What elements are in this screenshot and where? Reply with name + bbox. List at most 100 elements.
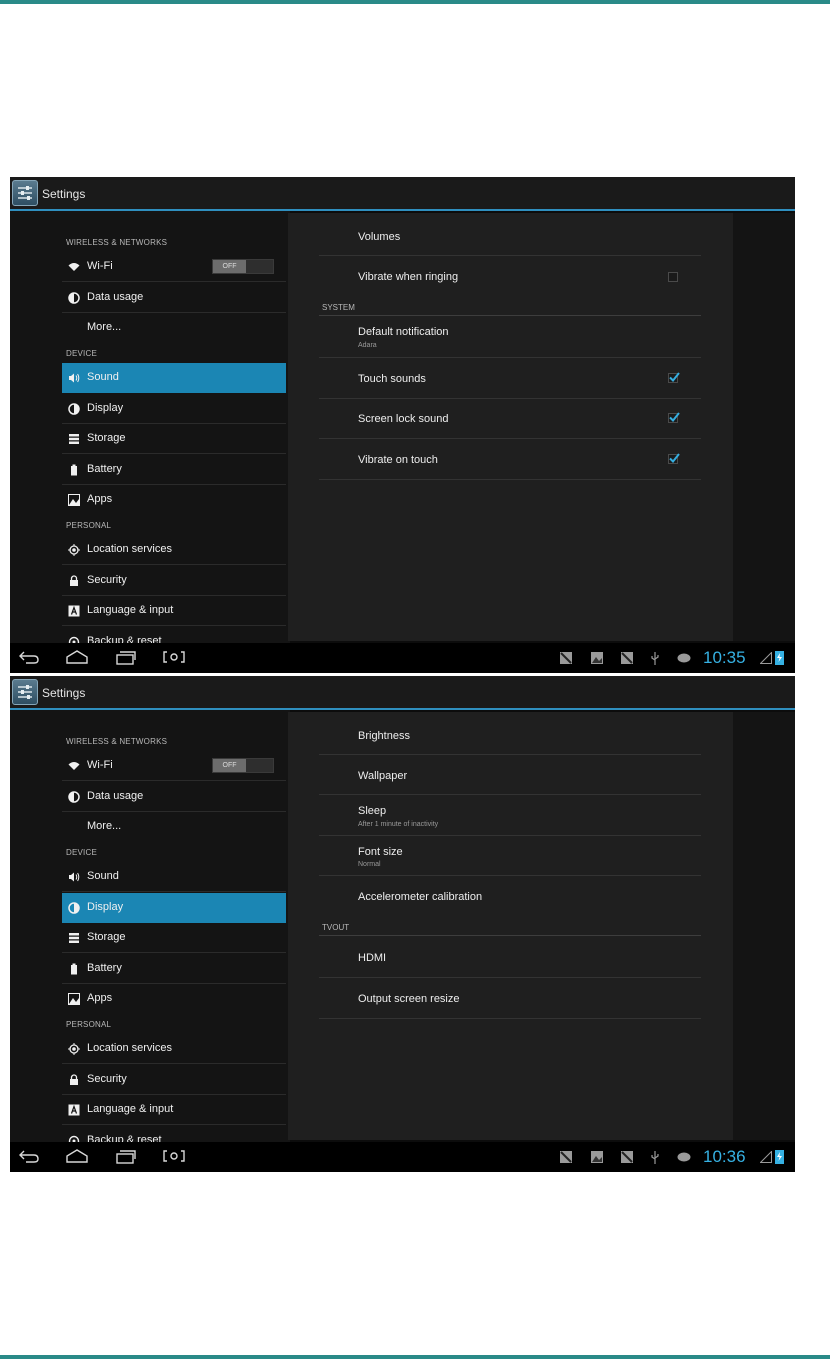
screenshot-icon[interactable] xyxy=(162,1148,186,1164)
row-title: Touch sounds xyxy=(358,373,426,385)
signal-icon xyxy=(760,652,772,664)
recent-apps-icon[interactable] xyxy=(115,1148,137,1164)
menu-item-wifi[interactable]: Wi-Fi OFF xyxy=(62,751,286,781)
usb-icon[interactable] xyxy=(650,1151,660,1164)
menu-item-data-usage[interactable]: Data usage xyxy=(62,782,286,812)
screenshot-icon[interactable] xyxy=(162,649,186,665)
sound-settings-pane: Volumes Vibrate when ringing SYSTEM Defa… xyxy=(288,213,733,641)
menu-item-security[interactable]: Security xyxy=(62,566,286,596)
menu-item-apps[interactable]: Apps xyxy=(62,984,286,1014)
vibrate-on-touch-checkbox[interactable] xyxy=(668,453,680,464)
menu-item-label: Battery xyxy=(87,962,122,974)
menu-item-label: Language & input xyxy=(87,1103,174,1115)
notification-icon[interactable] xyxy=(621,1151,633,1163)
menu-item-label: Display xyxy=(87,402,124,414)
row-title: Vibrate when ringing xyxy=(358,271,459,283)
back-icon[interactable] xyxy=(18,649,40,665)
menu-item-language[interactable]: Language & input xyxy=(62,596,286,626)
menu-item-security[interactable]: Security xyxy=(62,1065,286,1095)
wifi-toggle[interactable]: OFF xyxy=(212,259,274,274)
location-icon xyxy=(68,1043,80,1055)
notification-icon[interactable] xyxy=(560,652,572,664)
menu-item-more[interactable]: More... xyxy=(62,812,286,842)
row-title: Accelerometer calibration xyxy=(358,891,483,903)
menu-item-label: More... xyxy=(87,820,122,832)
system-nav-bar: 10:35 xyxy=(10,643,795,673)
menu-item-wifi[interactable]: Wi-Fi OFF xyxy=(62,252,286,282)
menu-item-language[interactable]: Language & input xyxy=(62,1095,286,1125)
row-title: Default notification xyxy=(358,326,449,338)
storage-icon xyxy=(69,434,79,444)
action-bar: Settings xyxy=(10,676,795,710)
menu-item-display[interactable]: Display xyxy=(62,893,286,923)
row-subtitle: After 1 minute of inactivity xyxy=(358,821,439,828)
location-icon xyxy=(68,544,80,556)
menu-item-label: Apps xyxy=(87,493,113,505)
home-icon[interactable] xyxy=(65,1148,89,1164)
menu-item-apps[interactable]: Apps xyxy=(62,485,286,515)
android-debug-icon[interactable] xyxy=(677,652,691,663)
menu-item-storage[interactable]: Storage xyxy=(62,424,286,454)
row-vibrate-on-touch[interactable]: Vibrate on touch xyxy=(319,439,701,480)
settings-app-icon[interactable] xyxy=(12,679,38,705)
row-default-notification[interactable]: Default notification Adara xyxy=(319,316,701,358)
menu-item-backup[interactable]: Backup & reset xyxy=(62,627,286,643)
settings-app-icon[interactable] xyxy=(12,180,38,206)
row-accelerometer-calibration[interactable]: Accelerometer calibration xyxy=(319,876,701,916)
menu-item-label: Security xyxy=(87,574,127,586)
row-volumes[interactable]: Volumes xyxy=(319,213,701,256)
menu-item-more[interactable]: More... xyxy=(62,313,286,343)
menu-item-location[interactable]: Location services xyxy=(62,535,286,565)
recent-apps-icon[interactable] xyxy=(115,649,137,665)
wifi-toggle-state: OFF xyxy=(213,260,246,273)
row-sleep[interactable]: Sleep After 1 minute of inactivity xyxy=(319,795,701,836)
wifi-toggle[interactable]: OFF xyxy=(212,758,274,773)
page-top-rule xyxy=(0,0,830,4)
gallery-notification-icon[interactable] xyxy=(591,652,603,664)
home-icon[interactable] xyxy=(65,649,89,665)
touch-sounds-checkbox[interactable] xyxy=(668,372,680,383)
row-hdmi[interactable]: HDMI xyxy=(319,936,701,978)
row-title: Wallpaper xyxy=(358,770,408,782)
clock[interactable]: 10:36 xyxy=(703,1147,746,1167)
usb-icon[interactable] xyxy=(650,652,660,665)
menu-item-battery[interactable]: Battery xyxy=(62,954,286,984)
row-brightness[interactable]: Brightness xyxy=(319,712,701,755)
menu-item-storage[interactable]: Storage xyxy=(62,923,286,953)
row-title: Sleep xyxy=(358,805,387,817)
menu-item-display[interactable]: Display xyxy=(62,394,286,424)
menu-item-label: Apps xyxy=(87,992,113,1004)
menu-item-backup[interactable]: Backup & reset xyxy=(62,1126,286,1142)
menu-item-sound[interactable]: Sound xyxy=(62,363,286,393)
menu-item-label: Sound xyxy=(87,371,119,383)
row-wallpaper[interactable]: Wallpaper xyxy=(319,755,701,795)
battery-charging-icon xyxy=(775,651,784,665)
android-debug-icon[interactable] xyxy=(677,1151,691,1162)
category-wireless: WIRELESS & NETWORKS xyxy=(66,238,168,247)
signal-icon xyxy=(760,1151,772,1163)
row-subtitle: Normal xyxy=(358,861,381,868)
category-device: DEVICE xyxy=(66,848,97,857)
row-title: Brightness xyxy=(358,730,410,742)
menu-item-data-usage[interactable]: Data usage xyxy=(62,283,286,313)
row-touch-sounds[interactable]: Touch sounds xyxy=(319,358,701,399)
screen-lock-sound-checkbox[interactable] xyxy=(668,412,680,423)
pane-margin xyxy=(733,712,795,1140)
vibrate-when-ringing-checkbox[interactable] xyxy=(668,272,678,282)
row-vibrate-when-ringing[interactable]: Vibrate when ringing xyxy=(319,256,701,296)
row-font-size[interactable]: Font size Normal xyxy=(319,836,701,876)
gallery-notification-icon[interactable] xyxy=(591,1151,603,1163)
notification-icon[interactable] xyxy=(621,652,633,664)
section-system: SYSTEM xyxy=(322,303,355,312)
menu-item-sound[interactable]: Sound xyxy=(62,862,286,892)
row-screen-lock-sound[interactable]: Screen lock sound xyxy=(319,399,701,439)
row-output-screen-resize[interactable]: Output screen resize xyxy=(319,978,701,1019)
menu-item-location[interactable]: Location services xyxy=(62,1034,286,1064)
menu-item-battery[interactable]: Battery xyxy=(62,455,286,485)
back-icon[interactable] xyxy=(18,1148,40,1164)
category-wireless: WIRELESS & NETWORKS xyxy=(66,737,168,746)
menu-item-label: Language & input xyxy=(87,604,174,616)
notification-icon[interactable] xyxy=(560,1151,572,1163)
clock[interactable]: 10:35 xyxy=(703,648,746,668)
speaker-icon xyxy=(69,373,80,383)
